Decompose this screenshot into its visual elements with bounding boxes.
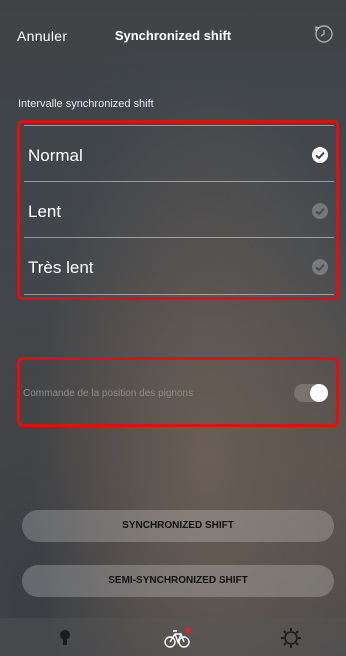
history-clock-icon[interactable] xyxy=(312,22,336,46)
sprocket-position-label: Commande de la position des pignons xyxy=(23,388,194,399)
navigation-header: Annuler Synchronized shift xyxy=(0,0,346,62)
semi-synchronized-shift-button[interactable]: SEMI-SYNCHRONIZED SHIFT xyxy=(22,565,334,597)
notification-dot xyxy=(185,627,191,633)
interval-option-lent[interactable]: Lent xyxy=(24,181,334,238)
interval-option-tres-lent[interactable]: Très lent xyxy=(24,237,334,295)
sprocket-position-toggle[interactable] xyxy=(294,384,328,402)
bottom-tab-bar xyxy=(0,618,346,656)
checkmark-icon xyxy=(312,259,328,275)
bicycle-icon[interactable] xyxy=(162,626,192,650)
gear-icon[interactable] xyxy=(276,626,306,650)
page-title: Synchronized shift xyxy=(114,28,232,43)
lightbulb-icon[interactable] xyxy=(50,626,80,650)
sprocket-position-control-row: Commande de la position des pignons xyxy=(17,357,339,427)
checkmark-icon xyxy=(312,203,328,219)
toggle-knob xyxy=(310,384,328,402)
option-label: Très lent xyxy=(28,258,94,277)
interval-option-normal[interactable]: Normal xyxy=(24,125,334,182)
option-label: Normal xyxy=(28,146,83,165)
synchronized-shift-button[interactable]: SYNCHRONIZED SHIFT xyxy=(22,510,334,542)
interval-options-list: Normal Lent Très lent xyxy=(17,120,339,300)
interval-section-label: Intervalle synchronized shift xyxy=(18,98,154,110)
option-label: Lent xyxy=(28,202,62,221)
checkmark-icon xyxy=(312,147,328,163)
